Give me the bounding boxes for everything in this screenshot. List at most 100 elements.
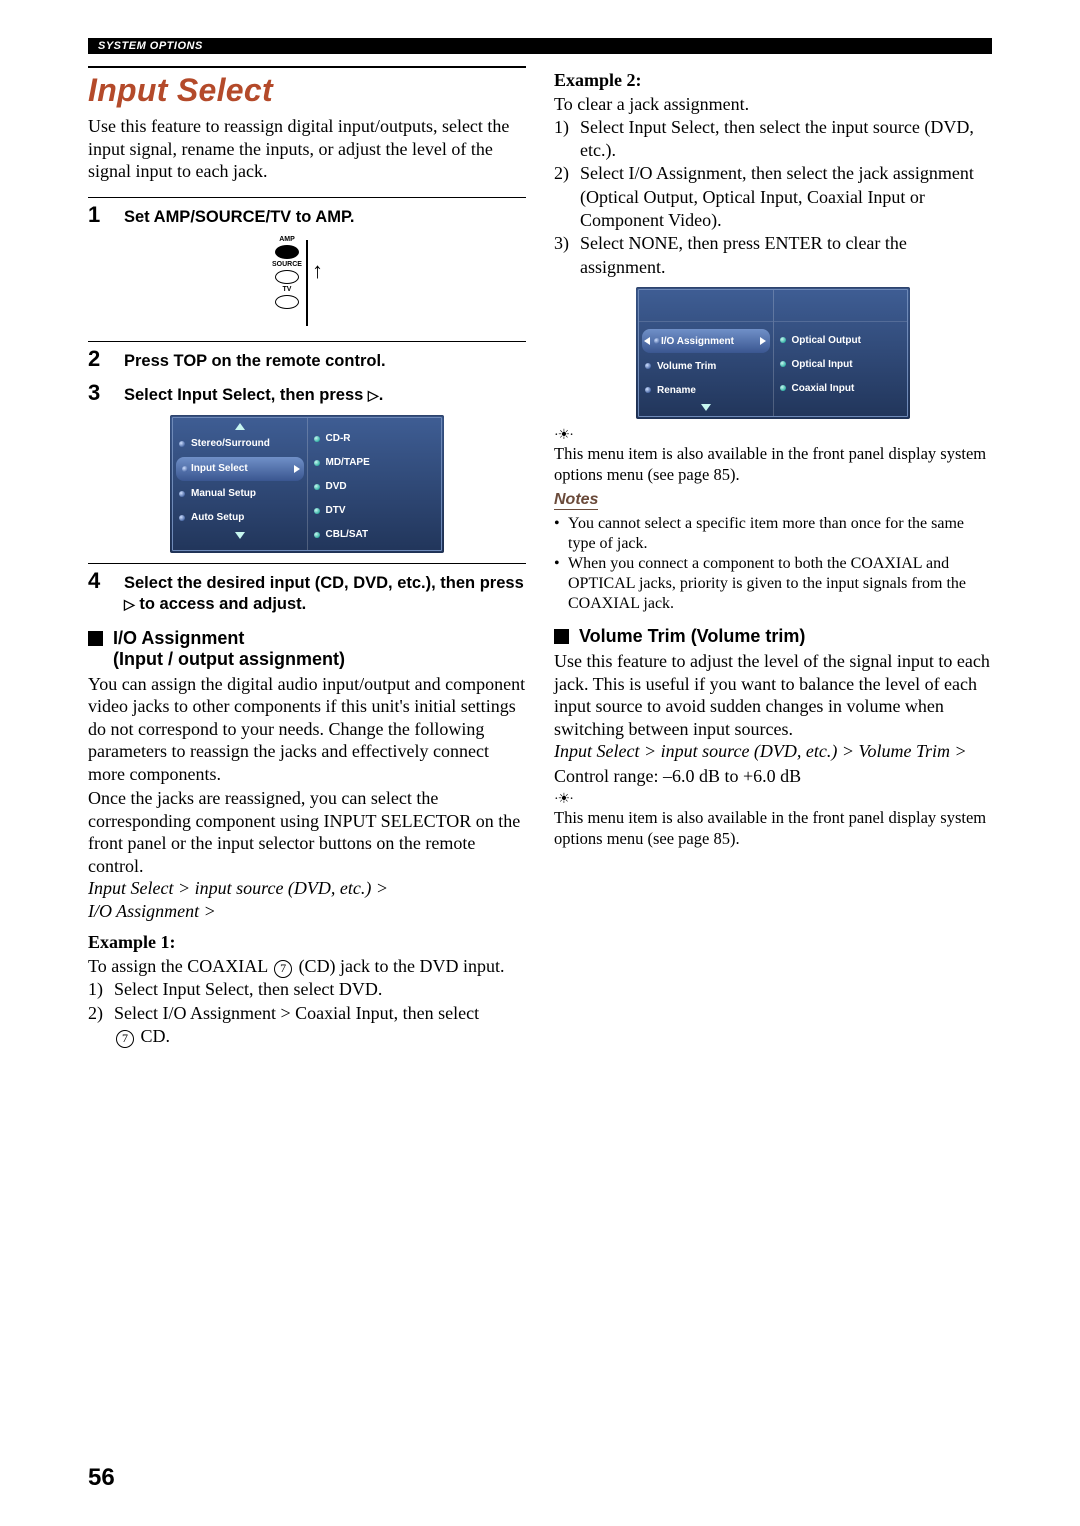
volume-trim-body: Use this feature to adjust the level of …	[554, 650, 992, 740]
osd-label: I/O Assignment	[657, 336, 734, 347]
list-item: •When you connect a component to both th…	[554, 554, 992, 614]
osd-item: Volume Trim	[639, 354, 773, 378]
osd-item: Manual Setup	[173, 482, 307, 506]
list-num: 1)	[554, 116, 580, 163]
step-2: 2 Press TOP on the remote control.	[88, 341, 526, 372]
osd-label: Input Select	[191, 463, 248, 474]
triangle-right-icon	[294, 465, 300, 473]
list-num: 3)	[554, 232, 580, 279]
osd-item-selected: Input Select	[176, 457, 304, 481]
switch-divider	[306, 240, 308, 326]
osd-label: Rename	[657, 385, 696, 396]
osd-menu-1: Stereo/Surround Input Select Manual Setu…	[170, 415, 444, 553]
page-number: 56	[88, 1464, 115, 1492]
volume-trim-path: Input Select > input source (DVD, etc.) …	[554, 740, 992, 763]
tip-text-1: This menu item is also available in the …	[554, 444, 992, 485]
osd-menu-2: I/O Assignment Volume Trim Rename Optica…	[636, 287, 910, 419]
osd-item: Optical Output	[774, 328, 908, 352]
tip-icon: ·☀·	[554, 791, 573, 808]
subsection-volume-trim: Volume Trim (Volume trim)	[554, 626, 992, 648]
step-text: Press TOP on the remote control.	[124, 348, 386, 372]
bullet-icon	[645, 387, 651, 393]
list-text: Select NONE, then press ENTER to clear t…	[580, 232, 992, 279]
left-column: Input Select Use this feature to reassig…	[88, 66, 526, 1049]
notes-label: Notes	[554, 491, 598, 510]
text: To assign the COAXIAL	[88, 956, 272, 976]
circled-7-icon: 7	[274, 960, 292, 978]
osd-item-selected: I/O Assignment	[642, 329, 770, 353]
triangle-down-icon	[701, 404, 711, 411]
switch-label-amp: AMP	[279, 236, 295, 243]
osd-label: Volume Trim	[657, 361, 716, 372]
triangle-right-icon	[124, 595, 135, 613]
osd-label: Stereo/Surround	[191, 438, 270, 449]
example-2-label: Example 2:	[554, 70, 992, 91]
osd-item: MD/TAPE	[308, 451, 442, 475]
list-item: 1)Select Input Select, then select DVD.	[88, 978, 526, 1001]
section-title: Input Select	[88, 66, 526, 109]
list-item: 2)Select I/O Assignment, then select the…	[554, 162, 992, 232]
list-item: 1)Select Input Select, then select the i…	[554, 116, 992, 163]
bullet-icon: •	[554, 554, 568, 614]
list-text: Select I/O Assignment, then select the j…	[580, 162, 992, 232]
note-text: When you connect a component to both the…	[568, 554, 992, 614]
circled-7-icon: 7	[116, 1030, 134, 1048]
switch-diagram: AMP SOURCE TV ↑	[262, 236, 352, 331]
header-label: SYSTEM OPTIONS	[88, 40, 203, 52]
bullet-icon	[179, 441, 185, 447]
heading-line2: (Input / output assignment)	[113, 649, 345, 669]
osd-label: Optical Input	[792, 359, 853, 370]
list-text: Select Input Select, then select DVD.	[114, 978, 382, 1001]
example-1-intro: To assign the COAXIAL 7 (CD) jack to the…	[88, 955, 526, 978]
osd-item: Stereo/Surround	[173, 432, 307, 456]
step-text: Select Input Select, then press .	[124, 382, 383, 406]
triangle-right-icon	[760, 337, 766, 345]
io-body-1: You can assign the digital audio input/o…	[88, 673, 526, 786]
bullet-icon	[780, 385, 786, 391]
subsection-heading: I/O Assignment (Input / output assignmen…	[113, 628, 345, 671]
list-item: •You cannot select a specific item more …	[554, 514, 992, 554]
osd-item: Rename	[639, 378, 773, 402]
step-number: 2	[88, 348, 108, 370]
list-item: 2)Select I/O Assignment > Coaxial Input,…	[88, 1002, 526, 1049]
notes-list: •You cannot select a specific item more …	[554, 514, 992, 614]
osd-label: Auto Setup	[191, 512, 244, 523]
volume-trim-range: Control range: –6.0 dB to +6.0 dB	[554, 765, 992, 788]
bullet-icon	[314, 436, 320, 442]
step-number: 3	[88, 382, 108, 404]
step-text: Set AMP/SOURCE/TV to AMP.	[124, 204, 354, 228]
bullet-icon	[780, 337, 786, 343]
bullet-icon	[645, 363, 651, 369]
osd-item: CBL/SAT	[308, 523, 442, 547]
step-text-b: .	[379, 386, 384, 404]
triangle-down-icon	[235, 532, 245, 539]
osd-item: Auto Setup	[173, 506, 307, 530]
bullet-icon	[314, 532, 320, 538]
osd-label: DVD	[326, 481, 347, 492]
step-text: Select the desired input (CD, DVD, etc.)…	[124, 570, 526, 616]
note-text: You cannot select a specific item more t…	[568, 514, 992, 554]
example-1-label: Example 1:	[88, 932, 526, 953]
osd-label: CBL/SAT	[326, 529, 369, 540]
step-1: 1 Set AMP/SOURCE/TV to AMP. AMP SOURCE T…	[88, 197, 526, 331]
switch-pos-source	[275, 270, 299, 284]
nav-path-1: Input Select > input source (DVD, etc.) …	[88, 877, 526, 900]
osd-item: Optical Input	[774, 352, 908, 376]
step-4: 4 Select the desired input (CD, DVD, etc…	[88, 563, 526, 616]
bullet-icon	[179, 515, 185, 521]
arrow-up-icon: ↑	[312, 258, 323, 284]
switch-pos-amp	[275, 245, 299, 259]
osd-label: DTV	[326, 505, 346, 516]
switch-pos-tv	[275, 295, 299, 309]
osd-item: CD-R	[308, 427, 442, 451]
osd-item: Coaxial Input	[774, 376, 908, 400]
switch-label-tv: TV	[283, 286, 292, 293]
triangle-up-icon	[235, 423, 245, 430]
osd-label: MD/TAPE	[326, 457, 370, 468]
text: Select I/O Assignment > Coaxial Input, t…	[114, 1003, 479, 1023]
step-number: 4	[88, 570, 108, 592]
switch-label-source: SOURCE	[272, 261, 302, 268]
bullet-icon	[314, 460, 320, 466]
list-num: 2)	[554, 162, 580, 232]
bullet-icon	[780, 361, 786, 367]
